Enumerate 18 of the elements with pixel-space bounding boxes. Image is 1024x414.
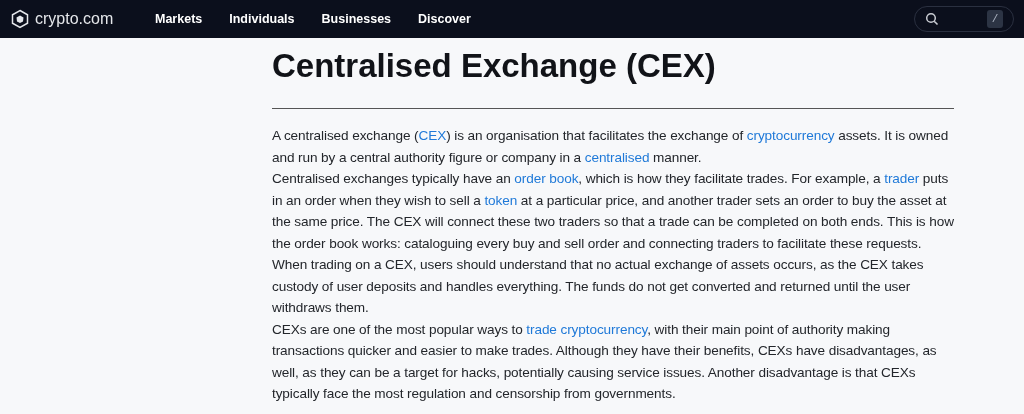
nav-link[interactable]: Businesses — [321, 9, 392, 29]
nav-link[interactable]: Individuals — [229, 9, 295, 29]
text-link[interactable]: centralised — [584, 149, 650, 165]
nav-link[interactable]: Discover — [418, 9, 471, 29]
text-link[interactable]: token — [484, 192, 518, 208]
paragraph: A centralised exchange (CEX) is an organisation that facilitates the exchange of cryptocurrency assets. It is owned and run by a central authority figure or company in a centralised manner. — [272, 127, 950, 167]
logo-icon — [10, 9, 30, 29]
text-link[interactable]: cryptocurrency — [746, 128, 835, 143]
text-link[interactable]: CEX — [418, 128, 447, 143]
shortcut-key: / — [987, 10, 1003, 28]
text-link[interactable]: trader — [884, 171, 920, 186]
paragraph: CEXs are one of the most popular ways to trade cryptocurrency, with their main point of authority making transactions quicker and easier to make trades. Although they have their benefits, CEXs have disadvantages, as well, as they can be a target for hacks, potentially causing service issues. Another disadvantage is that CEXs typically face the most regulation and censorship from governments. — [272, 320, 938, 403]
paragraph: Centralised exchanges typically have an order book, which is how they facilitate trades. For example, a trader puts in an order when they wish to sell a token at a particular price, and another trader sets an order to buy the asset at the same price. The CEX will connect these two traders so that a trade can be completed on both ends. This is how the order book works: cataloguing every buy and sell order and connecting traders to facilitate these requests. — [272, 170, 954, 253]
nav-link[interactable]: Markets — [155, 9, 203, 29]
logo-text[interactable]: crypto.com — [35, 7, 114, 31]
search-icon — [925, 12, 939, 26]
paragraph: When trading on a CEX, users should understand that no actual exchange of assets occurs, as the CEX takes custody of user deposits and handles everything. The funds do not get converted and returned until the user withdraws them. — [272, 256, 925, 317]
page-title: Centralised Exchange (CEX) — [272, 46, 717, 86]
